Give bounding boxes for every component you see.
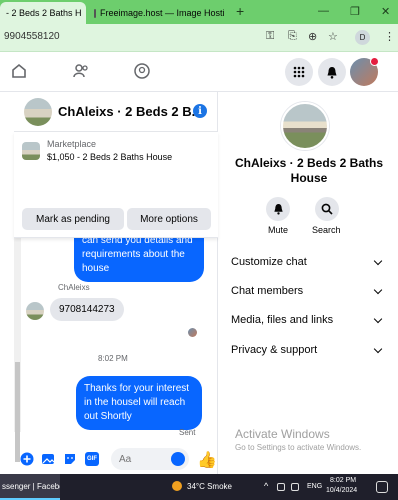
- info-icon[interactable]: i: [193, 104, 207, 118]
- clock-time[interactable]: 8:02 PM: [330, 477, 356, 484]
- address-bar: 9904558120 ⚿ ⎘ ⊕ ☆ D ⋮: [0, 24, 398, 52]
- media-files-links-row[interactable]: Media, files and links: [231, 314, 383, 326]
- tab-messenger[interactable]: - 2 Beds 2 Baths H ✕: [0, 2, 86, 24]
- section-label: Customize chat: [231, 256, 307, 268]
- tab-title: Freeimage.host — Image Hosti: [100, 8, 225, 18]
- photo-icon[interactable]: [41, 452, 55, 466]
- bell-icon: [327, 66, 337, 79]
- weather-icon[interactable]: [172, 481, 182, 491]
- chat-panel: ChAleixs · 2 Beds 2 B... i Marketplace $…: [14, 92, 218, 474]
- new-tab-button[interactable]: +: [236, 3, 244, 19]
- restore-icon[interactable]: ❐: [350, 5, 360, 18]
- chat-members-row[interactable]: Chat members: [231, 285, 383, 297]
- seen-avatar: [188, 328, 197, 337]
- chevron-down-icon: [373, 344, 383, 353]
- search-button[interactable]: [315, 197, 339, 221]
- sender-avatar[interactable]: [26, 302, 44, 320]
- listing-thumbnail[interactable]: [22, 142, 40, 160]
- zoom-icon[interactable]: ⊕: [308, 30, 317, 43]
- mute-label: Mute: [268, 225, 289, 235]
- section-label: Chat members: [231, 285, 304, 297]
- privacy-support-row[interactable]: Privacy & support: [231, 344, 383, 356]
- chat-title[interactable]: ChAleixs · 2 Beds 2 B...: [58, 104, 203, 119]
- language-indicator[interactable]: ENG: [307, 483, 322, 490]
- menu-dots-icon[interactable]: ⋮: [384, 30, 395, 43]
- emoji-icon[interactable]: [171, 452, 185, 466]
- conversation-photo[interactable]: [281, 102, 329, 150]
- message-timestamp: 8:02 PM: [98, 354, 128, 363]
- mute-button[interactable]: [266, 197, 290, 221]
- customize-chat-row[interactable]: Customize chat: [231, 256, 383, 268]
- conversation-name: ChAleixs · 2 Beds 2 Baths House: [234, 156, 384, 185]
- account-avatar[interactable]: [350, 57, 379, 86]
- tab-freeimage[interactable]: Freeimage.host — Image Hosti ✕: [88, 2, 228, 24]
- grid-icon: [293, 66, 305, 78]
- volume-icon[interactable]: [291, 483, 299, 491]
- listing-title[interactable]: $1,050 - 2 Beds 2 Baths House: [47, 152, 172, 162]
- install-icon[interactable]: ⎘: [288, 30, 297, 43]
- network-icon[interactable]: [277, 483, 285, 491]
- chat-header: ChAleixs · 2 Beds 2 B... i: [14, 92, 218, 132]
- message-text: Thanks for your interest in the housel w…: [84, 383, 190, 422]
- windows-taskbar: ssenger | Faceboo 34°C Smoke ^ ENG 8:02 …: [0, 474, 398, 500]
- facebook-top-nav: [0, 52, 398, 92]
- home-icon[interactable]: [10, 62, 28, 80]
- close-window-icon[interactable]: ✕: [381, 5, 390, 18]
- menu-grid-button[interactable]: [285, 58, 313, 86]
- taskbar-app-label: ssenger | Faceboo: [2, 481, 60, 491]
- outgoing-message[interactable]: Thanks for your interest in the housel w…: [76, 376, 202, 430]
- thumbs-up-icon[interactable]: 👍: [197, 450, 217, 470]
- taskbar-app-messenger[interactable]: ssenger | Faceboo: [0, 474, 60, 500]
- clock-date[interactable]: 10/4/2024: [326, 487, 357, 494]
- chevron-down-icon: [373, 285, 383, 294]
- gif-icon[interactable]: GIF: [85, 452, 99, 466]
- weather-text[interactable]: 34°C Smoke: [187, 482, 232, 491]
- section-label: Media, files and links: [231, 314, 334, 326]
- incoming-message[interactable]: 9708144273: [50, 298, 124, 321]
- browser-tab-strip: - 2 Beds 2 Baths H ✕ Freeimage.host — Im…: [0, 0, 398, 24]
- bell-icon: [273, 203, 283, 215]
- message-text: 9708144273: [59, 304, 115, 315]
- tray-chevron-icon[interactable]: ^: [264, 481, 268, 491]
- marketplace-label: Marketplace: [47, 139, 97, 149]
- search-label: Search: [312, 225, 341, 235]
- notification-center-icon[interactable]: [376, 481, 388, 493]
- sticker-icon[interactable]: [63, 452, 77, 466]
- friends-icon[interactable]: [72, 62, 90, 80]
- sent-status: Sent: [179, 428, 196, 437]
- conversation-info-panel: ChAleixs · 2 Beds 2 Baths House Mute Sea…: [219, 92, 398, 474]
- chat-avatar[interactable]: [24, 98, 52, 126]
- search-icon: [321, 203, 333, 215]
- windows-activation-subtitle: Go to Settings to activate Windows.: [235, 443, 362, 452]
- plus-icon[interactable]: [20, 452, 34, 466]
- mark-as-pending-button[interactable]: Mark as pending: [22, 208, 124, 230]
- profile-avatar[interactable]: D: [355, 30, 370, 45]
- message-composer: GIF 👍: [14, 444, 218, 474]
- more-options-button[interactable]: More options: [127, 208, 211, 230]
- sender-name: ChAleixs: [58, 283, 90, 292]
- minimize-icon[interactable]: —: [318, 5, 329, 17]
- key-icon[interactable]: ⚿: [266, 30, 274, 43]
- marketplace-card: Marketplace $1,050 - 2 Beds 2 Baths Hous…: [14, 132, 218, 238]
- windows-activation-title: Activate Windows: [235, 427, 330, 441]
- chevron-down-icon: [373, 256, 383, 265]
- favicon-icon: [94, 8, 96, 18]
- notifications-button[interactable]: [318, 58, 346, 86]
- url-field[interactable]: 9904558120: [4, 31, 60, 42]
- notification-dot: [370, 57, 379, 66]
- section-label: Privacy & support: [231, 344, 318, 356]
- chevron-down-icon: [373, 314, 383, 323]
- tab-title: - 2 Beds 2 Baths H: [6, 8, 82, 18]
- bookmark-star-icon[interactable]: ☆: [328, 30, 338, 43]
- groups-icon[interactable]: [133, 62, 151, 80]
